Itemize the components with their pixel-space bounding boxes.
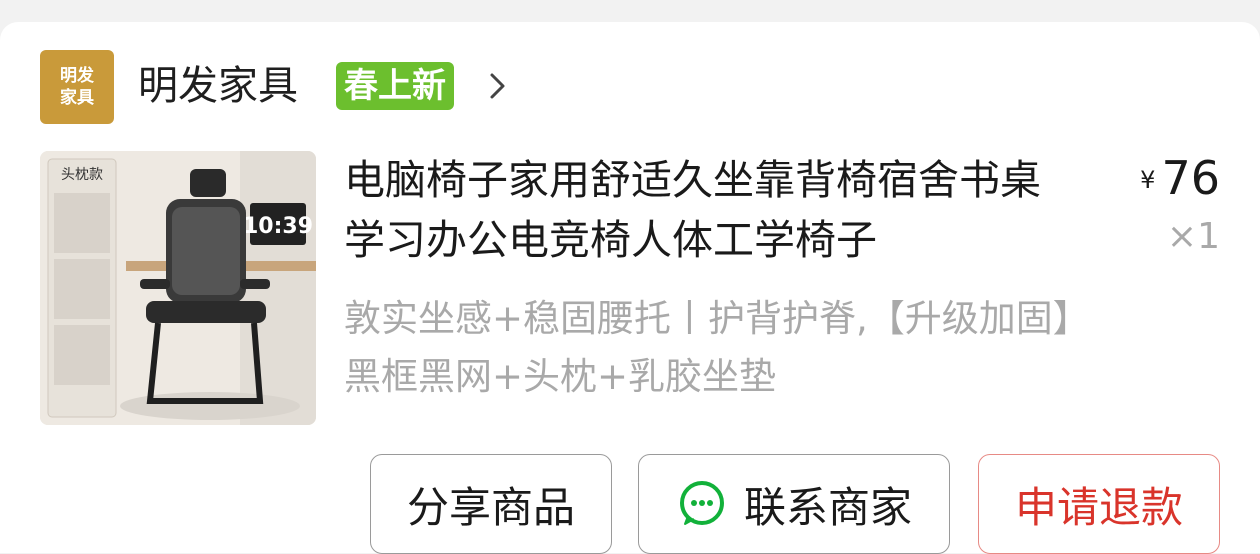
request-refund-button[interactable]: 申请退款 xyxy=(978,454,1220,554)
price: ¥76 xyxy=(1140,150,1220,206)
office-chair-illustration: 10:39 头枕款 xyxy=(40,151,316,425)
shop-tag-badge: 春上新 xyxy=(336,62,454,110)
share-product-button[interactable]: 分享商品 xyxy=(370,454,612,554)
image-label-text: 头枕款 xyxy=(61,167,103,183)
product-spec: 敦实坐感+稳固腰托丨护背护脊,【升级加固】黑框黑网+头枕+乳胶坐垫 xyxy=(344,297,1072,398)
quantity: ×1 xyxy=(1166,216,1220,257)
shop-logo[interactable]: 明发 家具 xyxy=(40,50,114,124)
order-card: 明发 家具 明发家具 春上新 10:39 头枕款 电脑椅子家用舒适久坐靠背椅宿舍… xyxy=(0,22,1260,554)
shop-name[interactable]: 明发家具 xyxy=(138,58,298,114)
product-image[interactable]: 10:39 头枕款 xyxy=(40,151,316,425)
image-clock-text: 10:39 xyxy=(243,214,313,239)
contact-seller-button[interactable]: 联系商家 xyxy=(638,454,950,554)
share-button-label: 分享商品 xyxy=(406,482,575,532)
refund-button-label: 申请退款 xyxy=(1014,482,1183,532)
price-currency: ¥ xyxy=(1140,166,1156,194)
price-value: 76 xyxy=(1161,151,1220,205)
chevron-right-icon[interactable] xyxy=(486,68,510,104)
product-title[interactable]: 电脑椅子家用舒适久坐靠背椅宿舍书桌学习办公电竞椅人体工学椅子 xyxy=(344,150,1074,270)
contact-button-label: 联系商家 xyxy=(743,482,912,532)
wechat-chat-icon xyxy=(679,481,724,525)
